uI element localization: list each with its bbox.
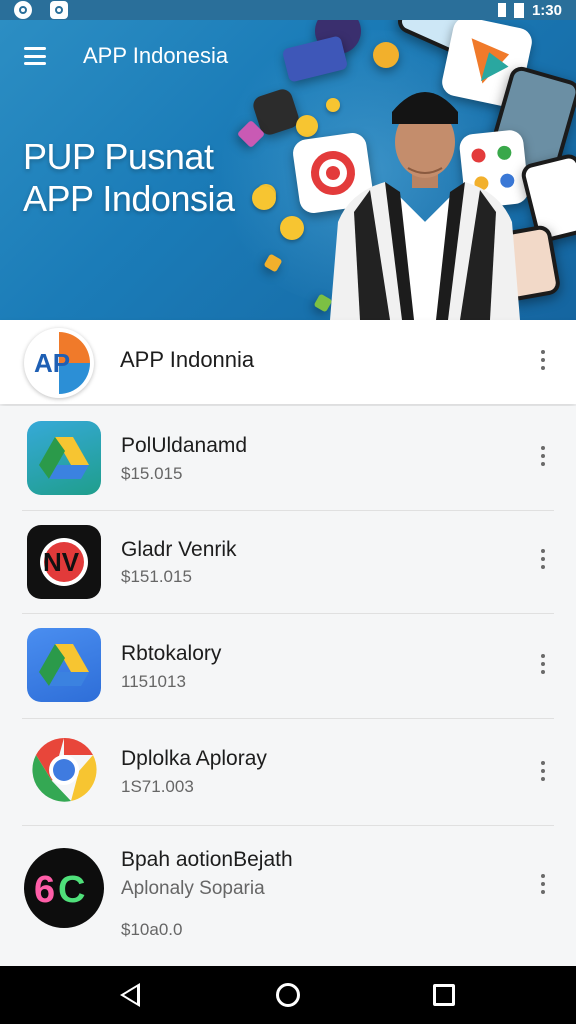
nv-app-icon: NV [27, 525, 101, 599]
app-list-item[interactable]: 6C Bpah aotionBejath Aplonaly Soparia $1… [0, 826, 576, 966]
emoji-icon [296, 115, 318, 137]
shield-icon [50, 1, 68, 19]
app-indonesia-logo: AP [24, 328, 94, 398]
app-list-item[interactable]: NV Gladr Venrik $151.015 [0, 511, 576, 613]
more-options-icon[interactable] [540, 549, 546, 569]
drive-icon [27, 628, 101, 702]
app-price: $15.015 [121, 464, 183, 483]
more-options-icon[interactable] [540, 446, 546, 466]
battery-icon [513, 2, 524, 18]
app-bar-title: APP Indonesia [83, 43, 229, 68]
notification-icon [14, 1, 32, 19]
emoji-icon [252, 186, 276, 210]
app-list-item[interactable]: Rbtokalory 1151013 [0, 614, 576, 718]
home-icon[interactable] [276, 983, 300, 1007]
more-options-icon[interactable] [540, 761, 546, 781]
app-name: Gladr Venrik [121, 538, 237, 561]
chrome-icon [27, 733, 101, 807]
app-name: PolUldanamd [121, 434, 248, 457]
app-name: Rbtokalory [121, 642, 222, 665]
hero-title-line2: APP Indonsia [23, 178, 235, 219]
svg-text:AP: AP [34, 348, 70, 378]
featured-app-title: APP Indonnia [120, 347, 255, 372]
app-price: 1151013 [121, 672, 186, 691]
system-nav-bar [0, 966, 576, 1024]
app-name: Dplolka Aploray [121, 747, 267, 770]
recents-icon[interactable] [433, 984, 455, 1006]
app-list-item[interactable]: PolUldanamd $15.015 [0, 406, 576, 510]
app-bar: APP Indonesia [0, 22, 576, 92]
drive-icon [27, 421, 101, 495]
more-options-icon[interactable] [540, 874, 546, 894]
back-icon[interactable] [120, 983, 140, 1007]
app-list: AP APP Indonnia PolUldanamd $15.015 NV G… [0, 320, 576, 966]
6c-app-icon: 6C [24, 848, 104, 928]
svg-text:6: 6 [34, 869, 55, 911]
svg-text:C: C [58, 869, 85, 911]
app-price: $151.015 [121, 567, 192, 586]
app-price: $10a0.0 [121, 920, 183, 939]
more-options-icon[interactable] [540, 350, 546, 370]
hero-title: PUP Pusnat APP Indonsia [23, 136, 323, 220]
screen: APP Indonesia PUP Pusnat APP Indonsia 1:… [0, 0, 576, 1024]
app-price: 1S71.003 [121, 777, 194, 796]
app-list-item[interactable]: Dplolka Aploray 1S71.003 [0, 719, 576, 825]
featured-app-row[interactable]: AP APP Indonnia [0, 320, 576, 404]
menu-icon[interactable] [24, 47, 46, 65]
person-illustration [330, 92, 520, 320]
app-subtitle: Aplonaly Soparia [121, 878, 265, 899]
app-name: Bpah aotionBejath [121, 848, 293, 871]
status-bar: 1:30 [0, 0, 576, 20]
hero-banner: APP Indonesia PUP Pusnat APP Indonsia [0, 0, 576, 320]
status-time: 1:30 [531, 1, 562, 19]
hero-title-line1: PUP Pusnat [23, 136, 214, 177]
svg-text:NV: NV [43, 547, 80, 577]
signal-icon [497, 3, 506, 17]
more-options-icon[interactable] [540, 654, 546, 674]
